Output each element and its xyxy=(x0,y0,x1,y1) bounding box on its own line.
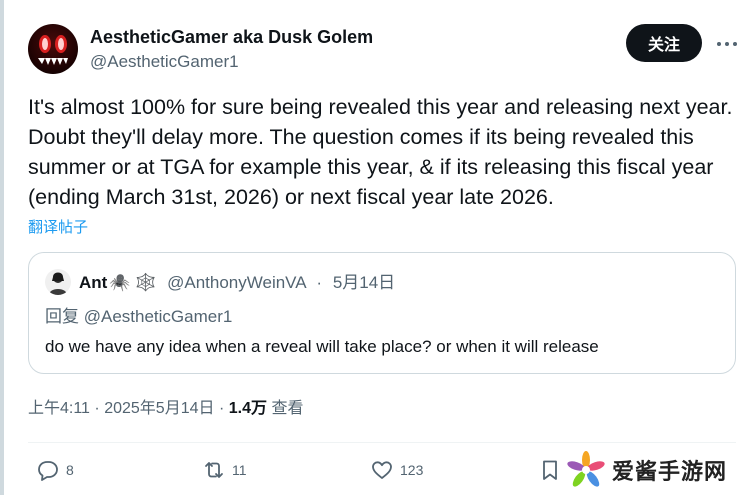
author-block: AestheticGamer aka Dusk Golem @Aesthetic… xyxy=(90,26,373,73)
reply-icon xyxy=(38,461,58,481)
spider-web-emoji: 🕷️ 🕸️ xyxy=(109,273,157,292)
bookmark-icon xyxy=(543,460,557,480)
pinwheel-logo-icon xyxy=(567,451,605,487)
more-horizontal-icon xyxy=(717,42,721,46)
dot-separator: · xyxy=(94,400,100,417)
site-watermark: 爱酱手游网 xyxy=(566,448,756,492)
reply-count: 8 xyxy=(66,462,74,478)
quoted-avatar[interactable] xyxy=(45,269,71,295)
reply-prefix: 回复 xyxy=(45,307,79,326)
views-label: 查看 xyxy=(271,400,304,417)
watermark-text: 爱酱手游网 xyxy=(612,460,728,485)
heart-icon xyxy=(372,461,392,479)
person-avatar-icon xyxy=(49,272,67,295)
quoted-text: do we have any idea when a reveal will t… xyxy=(45,337,599,356)
bookmark-button[interactable] xyxy=(538,458,562,482)
like-button[interactable]: 123 xyxy=(370,458,423,482)
post-time[interactable]: 上午4:11 xyxy=(28,400,90,417)
avatar[interactable] xyxy=(28,24,78,74)
reply-button[interactable]: 8 xyxy=(36,458,74,482)
divider xyxy=(28,442,736,443)
quoted-tweet[interactable]: Ant 🕷️ 🕸️ @AnthonyWeinVA · 5月14日 回复 @Aest… xyxy=(28,252,736,374)
tweet-text: It's almost 100% for sure being revealed… xyxy=(28,95,733,209)
quoted-display-name[interactable]: Ant xyxy=(79,273,107,292)
dot-separator: · xyxy=(316,273,323,292)
author-handle[interactable]: @AestheticGamer1 xyxy=(90,51,373,73)
quoted-header: Ant 🕷️ 🕸️ @AnthonyWeinVA · 5月14日 xyxy=(79,271,395,295)
views-count: 1.4万 xyxy=(228,400,267,417)
repost-button[interactable]: 11 xyxy=(202,458,247,482)
follow-button[interactable]: 关注 xyxy=(626,24,702,62)
timestamp-line: 上午4:11 · 2025年5月14日 · 1.4万 查看 xyxy=(28,398,303,420)
quoted-handle[interactable]: @AnthonyWeinVA xyxy=(167,273,306,292)
post-date[interactable]: 2025年5月14日 xyxy=(104,400,214,417)
reply-mention[interactable]: @AestheticGamer1 xyxy=(84,307,233,326)
reply-context: 回复 @AestheticGamer1 xyxy=(45,305,232,329)
repost-count: 11 xyxy=(232,462,247,478)
left-border xyxy=(0,0,4,495)
translate-post-link[interactable]: 翻译帖子 xyxy=(28,216,88,237)
more-options-button[interactable] xyxy=(712,30,742,58)
author-display-name[interactable]: AestheticGamer aka Dusk Golem xyxy=(90,26,373,48)
like-count: 123 xyxy=(400,462,424,478)
tweet: AestheticGamer aka Dusk Golem @Aesthetic… xyxy=(0,0,756,495)
quoted-date[interactable]: 5月14日 xyxy=(333,273,395,292)
avatar-demon-face-icon xyxy=(38,35,68,65)
repost-icon xyxy=(205,462,223,478)
dot-separator: · xyxy=(218,400,225,417)
